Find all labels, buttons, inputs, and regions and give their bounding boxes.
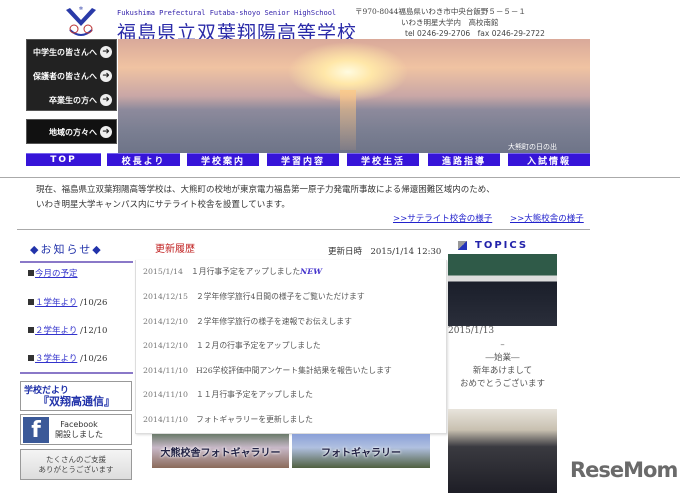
topics-photo-ceremony[interactable] [448,254,557,326]
facebook-label: Facebook [60,419,98,429]
support-line1: たくさんのご支援 [46,455,106,464]
update-history-panel: 2015/1/14 １月行事予定をアップしましたNEW 2014/12/15 ２学年… [135,260,447,434]
topics-title: ―始業― [485,353,520,363]
bullet-icon [28,327,34,333]
notice-item: ２学年より /12/10 [28,324,107,336]
school-logo: ✲ [66,6,96,36]
okuma-campus-link[interactable]: >>大熊校舎の様子 [510,212,584,224]
notice-date: /12/10 [77,326,108,336]
resemom-watermark: ReseMom [570,458,678,482]
notice-link[interactable]: ２学年より [35,326,77,336]
intro-line1: 現在、福島県立双葉翔陽高等学校は、大熊町の校地が東京電力福島第一原子力発電所事故… [36,185,495,195]
address-line1: 〒970-8044福島県いわき市中央台飯野５－５－１ [355,7,526,16]
divider [20,372,133,374]
arrow-right-icon: ➜ [100,126,112,138]
notice-link[interactable]: 今月の予定 [35,269,78,279]
notice-item: 今月の予定 [28,267,78,279]
nav-label: 保護者の皆さんへ [33,71,97,81]
address-line2: いわき明星大学内 高校南館 [401,18,499,27]
nav-parents[interactable]: 保護者の皆さんへ ➜ [27,64,116,88]
updates-heading: 更新履歴 [155,244,195,255]
svg-text:✲: ✲ [79,6,83,12]
divider [17,229,590,230]
school-title-en: Fukushima Prefectural Futaba-shoyo Senio… [117,9,337,17]
arrow-right-icon: ➜ [100,46,112,58]
photo-gallery-banner[interactable]: フォトギャラリー [292,434,430,468]
bullet-icon [28,299,34,305]
sun-reflection [340,90,356,150]
topics-line3: おめでとうございます [459,379,545,389]
update-item: 2014/12/15 ２学年修学旅行4日間の様子をご覧いただけます [143,292,365,301]
nav-admissions[interactable]: 入試情報 [508,153,590,167]
newsletter-title: 『双翔高通信』 [38,395,115,408]
notice-link[interactable]: ３学年より [35,354,77,364]
topics-photo-classroom[interactable] [448,409,557,493]
support-banner[interactable]: たくさんのご支援 ありがとうございます [20,449,132,480]
topics-date: 2015/1/13 [448,326,495,336]
update-item: 2014/11/10 １１月行事予定をアップしました [143,390,313,399]
notice-date: /10/26 [77,354,108,364]
nav-career[interactable]: 進路指導 [428,153,500,167]
topics-label: TOPICS [475,240,529,251]
intro-line2: いわき明星大学キャンパス内にサテライト校舎を設置しています。 [36,200,290,210]
notices-heading: ◆お知らせ◆ [30,243,103,256]
divider [20,261,133,263]
nav-curriculum[interactable]: 学習内容 [267,153,339,167]
notice-date: /10/26 [77,298,108,308]
topics-dash: – [500,340,505,350]
phone-fax: tel 0246-29-2706 fax 0246-29-2722 [405,29,545,38]
banner-caption: 大熊町の日の出 [508,143,557,151]
update-item: 2014/12/10 １２月の行事予定をアップしました [143,341,321,350]
nav-school-info[interactable]: 学校案内 [187,153,259,167]
topics-heading: TOPICS [458,240,528,251]
audience-nav-community: 地域の方々へ ➜ [26,119,117,144]
update-item: 2015/1/14 １月行事予定をアップしましたNEW [143,267,322,276]
last-updated: 更新日時 2015/1/14 12:30 [328,247,442,257]
bullet-icon [28,270,34,276]
divider [0,177,680,178]
notice-item: １学年より /10/26 [28,296,107,308]
bullet-icon [28,355,34,361]
nav-junior-high[interactable]: 中学生の皆さんへ ➜ [27,40,116,64]
facebook-banner[interactable]: f Facebook 開設しました [20,414,132,445]
nav-label: 卒業生の方へ [49,95,97,105]
notice-link[interactable]: １学年より [35,298,77,308]
arrow-right-icon: ➜ [100,94,112,106]
facebook-sub: 開設しました [55,429,103,439]
notice-item: ３学年より /10/26 [28,352,107,364]
update-item: 2014/11/10 フォトギャラリーを更新しました [143,415,313,424]
square-icon [458,241,467,250]
okuma-gallery-banner[interactable]: 大熊校舎フォトギャラリー [152,434,289,468]
nav-label: 地域の方々へ [49,127,97,137]
arrow-right-icon: ➜ [100,70,112,82]
nav-label: 中学生の皆さんへ [33,47,97,57]
support-line2: ありがとうございます [38,465,114,474]
nav-school-life[interactable]: 学校生活 [347,153,419,167]
nav-community[interactable]: 地域の方々へ ➜ [27,120,116,144]
nav-graduates[interactable]: 卒業生の方へ ➜ [27,88,116,112]
topics-line2: 新年あけまして [472,366,533,376]
audience-nav: 中学生の皆さんへ ➜ 保護者の皆さんへ ➜ 卒業生の方へ ➜ [26,39,117,111]
satellite-campus-link[interactable]: >>サテライト校舎の様子 [393,212,492,224]
nav-principal[interactable]: 校長より [107,153,180,167]
update-item: 2014/12/10 ２学年修学旅行の様子を速報でお伝えします [143,317,352,326]
new-badge: NEW [300,267,322,276]
newsletter-banner[interactable]: 学校だより 『双翔高通信』 [20,381,132,411]
nav-top[interactable]: TOP [26,153,101,166]
update-item: 2014/11/10 H26学校評価中間アンケート集計結果を報告いたします [143,366,392,375]
facebook-icon: f [23,416,49,443]
